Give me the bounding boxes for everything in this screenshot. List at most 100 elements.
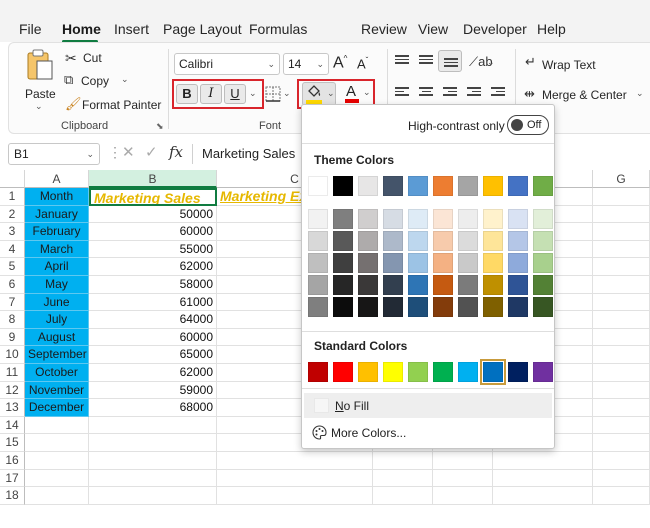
row-header[interactable]: 9 [0, 328, 25, 347]
theme-shade-swatch[interactable] [333, 209, 353, 229]
cell[interactable] [217, 469, 373, 488]
cell[interactable] [433, 487, 493, 505]
menu-page-layout[interactable]: Page Layout [163, 21, 242, 37]
month-cell[interactable]: December [25, 399, 89, 417]
theme-shade-swatch[interactable] [483, 275, 503, 295]
theme-shade-swatch[interactable] [508, 253, 528, 273]
standard-color-swatch[interactable] [333, 362, 353, 382]
theme-shade-swatch[interactable] [458, 297, 478, 317]
header-cell-marketing-sales[interactable]: Marketing Sales [89, 188, 217, 206]
theme-shade-swatch[interactable] [308, 209, 328, 229]
cell[interactable] [217, 487, 373, 505]
standard-color-swatch[interactable] [533, 362, 553, 382]
row-header[interactable]: 7 [0, 293, 25, 312]
theme-shade-swatch[interactable] [458, 209, 478, 229]
font-color-button[interactable]: A ⌄ [342, 82, 372, 106]
underline-dropdown-icon[interactable]: ⌄ [249, 88, 257, 99]
theme-shade-swatch[interactable] [433, 275, 453, 295]
standard-color-swatch[interactable] [480, 359, 506, 385]
menu-help[interactable]: Help [537, 21, 566, 37]
theme-color-swatch[interactable] [508, 176, 528, 196]
cell[interactable] [89, 416, 217, 435]
row-header[interactable]: 15 [0, 434, 25, 452]
sales-cell[interactable]: 58000 [89, 276, 217, 294]
cell[interactable] [593, 223, 650, 241]
cell[interactable] [373, 487, 433, 505]
row-header[interactable]: 3 [0, 223, 25, 241]
cell[interactable] [493, 469, 593, 488]
sales-cell[interactable]: 64000 [89, 311, 217, 329]
theme-shade-swatch[interactable] [308, 231, 328, 251]
row-header[interactable]: 11 [0, 364, 25, 382]
theme-shade-swatch[interactable] [333, 297, 353, 317]
cell[interactable] [593, 399, 650, 417]
menu-developer[interactable]: Developer [463, 21, 527, 37]
theme-shade-swatch[interactable] [308, 253, 328, 273]
row-header[interactable]: 16 [0, 452, 25, 470]
row-header[interactable]: 10 [0, 346, 25, 364]
merge-dropdown-icon[interactable]: ⌄ [636, 88, 644, 99]
theme-shade-swatch[interactable] [408, 231, 428, 251]
cell[interactable] [25, 469, 89, 488]
cell[interactable] [593, 276, 650, 294]
standard-color-swatch[interactable] [383, 362, 403, 382]
cell[interactable] [25, 487, 89, 505]
theme-shade-swatch[interactable] [533, 231, 553, 251]
cell[interactable] [593, 434, 650, 452]
cell[interactable] [593, 381, 650, 400]
theme-shade-swatch[interactable] [383, 253, 403, 273]
theme-shade-swatch[interactable] [383, 275, 403, 295]
cell[interactable] [593, 469, 650, 488]
cut-button[interactable]: Cut [83, 51, 102, 65]
more-colors-option[interactable]: More Colors... [312, 425, 406, 440]
theme-shade-swatch[interactable] [333, 275, 353, 295]
cell[interactable] [433, 452, 493, 470]
cell[interactable] [593, 188, 650, 206]
theme-shade-swatch[interactable] [508, 297, 528, 317]
name-box[interactable]: B1 ⌄ [8, 143, 100, 165]
cell[interactable] [25, 452, 89, 470]
sales-cell[interactable]: 59000 [89, 381, 217, 400]
increase-font-size-button[interactable]: A^ [333, 54, 347, 72]
row-header[interactable]: 8 [0, 311, 25, 329]
theme-shade-swatch[interactable] [408, 297, 428, 317]
align-center-icon[interactable] [419, 87, 433, 99]
theme-shade-swatch[interactable] [308, 275, 328, 295]
theme-shade-swatch[interactable] [533, 253, 553, 273]
clipboard-launcher-icon[interactable]: ⬊ [156, 121, 164, 132]
cell[interactable] [593, 311, 650, 329]
theme-shade-swatch[interactable] [358, 253, 378, 273]
standard-color-swatch[interactable] [508, 362, 528, 382]
theme-shade-swatch[interactable] [533, 297, 553, 317]
month-cell[interactable]: November [25, 381, 89, 400]
theme-color-swatch[interactable] [483, 176, 503, 196]
month-cell[interactable]: August [25, 328, 89, 347]
row-header[interactable]: 6 [0, 276, 25, 294]
theme-shade-swatch[interactable] [358, 231, 378, 251]
theme-color-swatch[interactable] [408, 176, 428, 196]
month-cell[interactable]: October [25, 364, 89, 382]
fill-color-button[interactable]: ⌄ [302, 82, 336, 106]
theme-shade-swatch[interactable] [433, 231, 453, 251]
standard-color-swatch[interactable] [308, 362, 328, 382]
format-painter-button[interactable]: Format Painter [82, 98, 161, 112]
sales-cell[interactable]: 68000 [89, 399, 217, 417]
align-top-icon[interactable] [395, 55, 409, 67]
row-header[interactable]: 14 [0, 416, 25, 435]
sales-cell[interactable]: 62000 [89, 258, 217, 276]
column-header-b[interactable]: B [89, 170, 217, 188]
row-header[interactable]: 2 [0, 205, 25, 224]
month-cell[interactable]: February [25, 223, 89, 241]
theme-shade-swatch[interactable] [483, 297, 503, 317]
theme-color-swatch[interactable] [333, 176, 353, 196]
align-middle-icon[interactable] [419, 55, 433, 67]
theme-shade-swatch[interactable] [508, 231, 528, 251]
cell[interactable] [89, 452, 217, 470]
underline-button[interactable]: U [224, 84, 246, 104]
theme-shade-swatch[interactable] [458, 231, 478, 251]
cell[interactable] [593, 328, 650, 347]
font-name-select[interactable]: Calibri ⌄ [174, 53, 280, 75]
decrease-font-size-button[interactable]: Aˇ [357, 56, 368, 71]
theme-color-swatch[interactable] [433, 176, 453, 196]
theme-shade-swatch[interactable] [458, 253, 478, 273]
